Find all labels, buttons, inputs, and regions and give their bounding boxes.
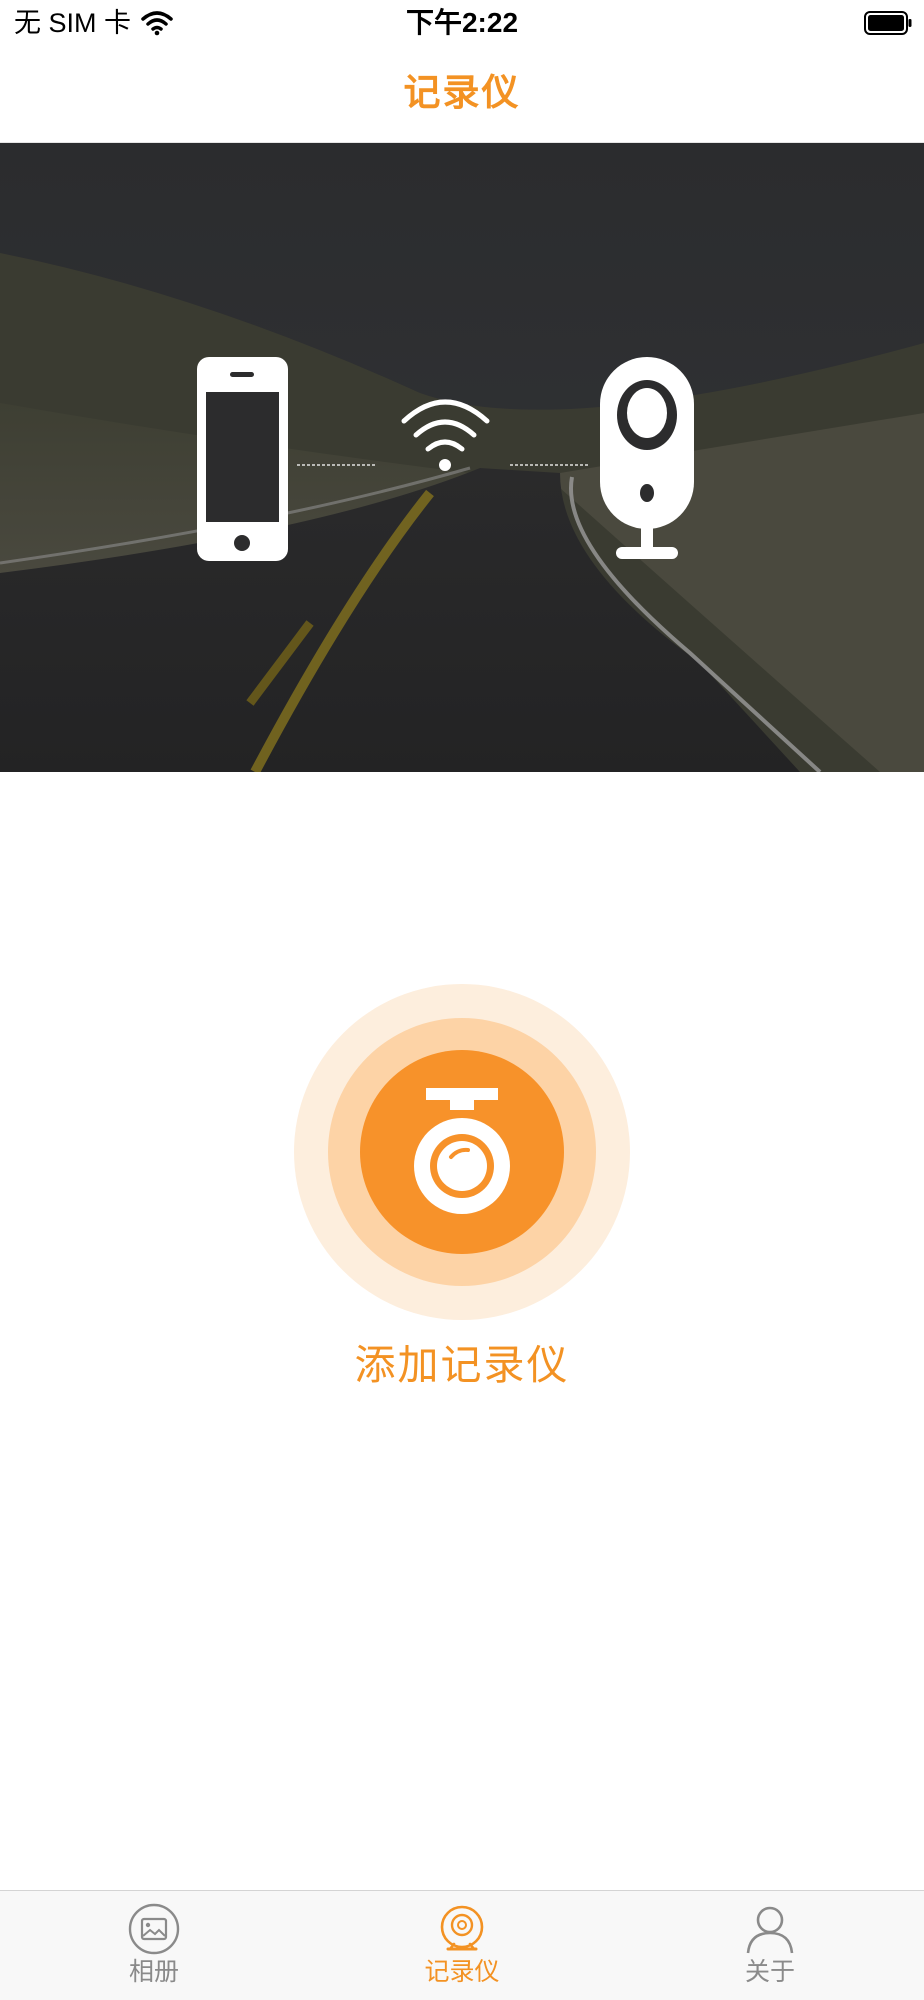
tab-album[interactable]: 相册 <box>0 1891 308 2000</box>
navigation-bar: 记录仪 <box>0 46 924 143</box>
photo-album-icon <box>128 1903 180 1955</box>
dashcam-icon <box>414 1088 510 1214</box>
tab-recorder-label: 记录仪 <box>424 1958 500 1986</box>
add-recorder-button[interactable] <box>294 984 630 1320</box>
page-title: 记录仪 <box>403 72 521 113</box>
add-recorder-label[interactable]: 添加记录仪 <box>0 1340 924 1390</box>
tab-about-label: 关于 <box>744 1958 795 1986</box>
tab-recorder[interactable]: 记录仪 <box>308 1891 616 2000</box>
status-bar: 无 SIM 卡 下午2:22 <box>0 0 924 46</box>
battery-full-icon <box>864 11 912 35</box>
tab-album-label: 相册 <box>128 1958 179 1986</box>
hero-banner <box>0 143 924 772</box>
tab-bar: 相册 记录仪 关于 <box>0 1890 924 2000</box>
road-landscape-image <box>0 143 924 772</box>
recorder-icon <box>440 1905 484 1951</box>
tab-about[interactable]: 关于 <box>616 1891 924 2000</box>
person-icon <box>746 1906 794 1954</box>
smartphone-icon <box>197 357 288 561</box>
status-time: 下午2:22 <box>405 7 519 38</box>
app-screen: 无 SIM 卡 下午2:22 记录仪 添加记录仪 相册 记录仪 关于 <box>0 0 924 2000</box>
